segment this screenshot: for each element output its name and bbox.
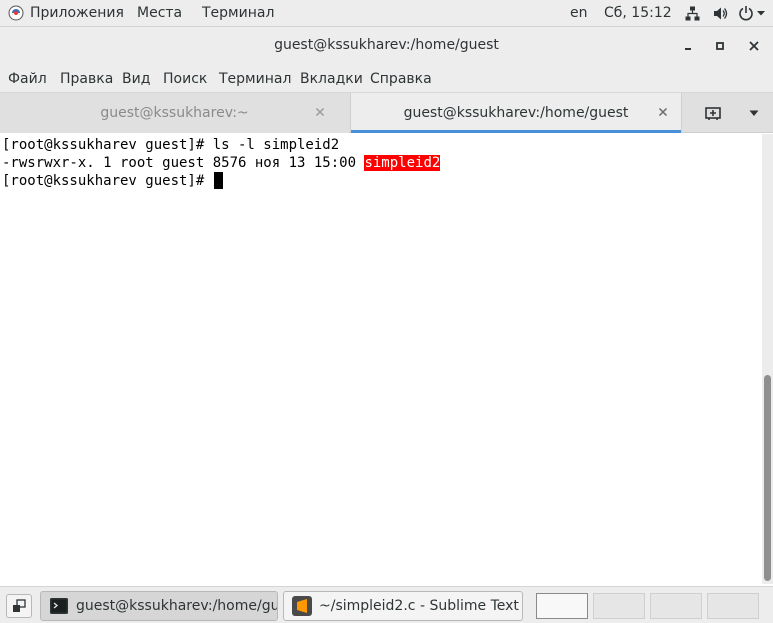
terminal-line: -rwsrwxr-x. 1 root guest 8576 ноя 13 15:…: [2, 154, 762, 172]
terminal-line: [root@kssukharev guest]# ls -l simpleid2: [2, 137, 340, 153]
window-titlebar[interactable]: guest@kssukharev:/home/guest: [0, 27, 773, 65]
terminal-icon: [49, 596, 69, 616]
clock[interactable]: Сб, 15:12: [604, 5, 672, 21]
terminal-prompt-line[interactable]: [root@kssukharev guest]#: [2, 172, 762, 190]
volume-icon[interactable]: [713, 6, 728, 21]
window-title: guest@kssukharev:/home/guest: [274, 37, 499, 53]
top-panel: Приложения Места Терминал en Сб, 15:12: [0, 0, 773, 27]
menu-file[interactable]: Файл: [8, 71, 47, 87]
workspace-2[interactable]: [593, 593, 645, 619]
workspace-4[interactable]: [707, 593, 759, 619]
power-icon[interactable]: [738, 5, 754, 21]
task-label: ~/simpleid2.c - Sublime Text (U...: [319, 598, 522, 614]
close-button[interactable]: [743, 35, 765, 57]
prompt-text: [root@kssukharev guest]#: [2, 173, 213, 189]
language-indicator[interactable]: en: [570, 5, 588, 21]
menu-terminal[interactable]: Терминал: [219, 71, 291, 87]
menu-tabs[interactable]: Вкладки: [300, 71, 363, 87]
show-desktop-button[interactable]: [6, 594, 32, 618]
tab-bar: guest@kssukharev:~ guest@kssukharev:/hom…: [0, 93, 773, 133]
tab-label: guest@kssukharev:/home/guest: [403, 105, 629, 121]
sublime-icon: [292, 596, 312, 616]
close-icon[interactable]: [313, 105, 327, 119]
task-label: guest@kssukharev:/home/guest: [76, 598, 277, 614]
scrollbar-thumb[interactable]: [764, 375, 771, 581]
tab-home[interactable]: guest@kssukharev:~: [0, 93, 349, 133]
minimize-button[interactable]: [677, 35, 699, 57]
terminal-scrollbar[interactable]: [762, 134, 773, 584]
taskbar: guest@kssukharev:/home/guest ~/simpleid2…: [0, 586, 773, 623]
terminal-app-menu[interactable]: Терминал: [202, 5, 274, 21]
new-tab-icon: [705, 107, 721, 120]
text-cursor: [213, 172, 223, 189]
applications-label: Приложения: [30, 5, 124, 21]
show-desktop-icon: [13, 599, 26, 612]
applications-icon: [8, 5, 24, 21]
tab-home-guest[interactable]: guest@kssukharev:/home/guest: [350, 93, 682, 133]
menu-view[interactable]: Вид: [122, 71, 150, 87]
menu-help[interactable]: Справка: [370, 71, 432, 87]
network-icon[interactable]: [685, 6, 700, 21]
workspace-3[interactable]: [650, 593, 702, 619]
taskbar-terminal-window[interactable]: guest@kssukharev:/home/guest: [40, 591, 278, 621]
maximize-button[interactable]: [709, 35, 731, 57]
chevron-down-icon: [749, 110, 759, 116]
places-menu[interactable]: Места: [137, 5, 182, 21]
chevron-down-icon[interactable]: [756, 10, 766, 17]
highlighted-filename: simpleid2: [364, 155, 441, 171]
menubar: Файл Правка Вид Поиск Терминал Вкладки С…: [0, 65, 773, 93]
tab-label: guest@kssukharev:~: [100, 105, 249, 121]
terminal-output[interactable]: [root@kssukharev guest]# ls -l simpleid2…: [0, 134, 762, 584]
menu-edit[interactable]: Правка: [60, 71, 113, 87]
applications-menu[interactable]: Приложения: [8, 5, 124, 21]
taskbar-sublime-window[interactable]: ~/simpleid2.c - Sublime Text (U...: [283, 591, 523, 621]
close-icon[interactable]: [656, 105, 670, 119]
workspace-1[interactable]: [536, 593, 588, 619]
ls-output-text: -rwsrwxr-x. 1 root guest 8576 ноя 13 15:…: [2, 155, 365, 171]
tabs-menu-button[interactable]: [741, 103, 767, 123]
menu-search[interactable]: Поиск: [163, 71, 207, 87]
new-tab-button[interactable]: [700, 103, 726, 123]
